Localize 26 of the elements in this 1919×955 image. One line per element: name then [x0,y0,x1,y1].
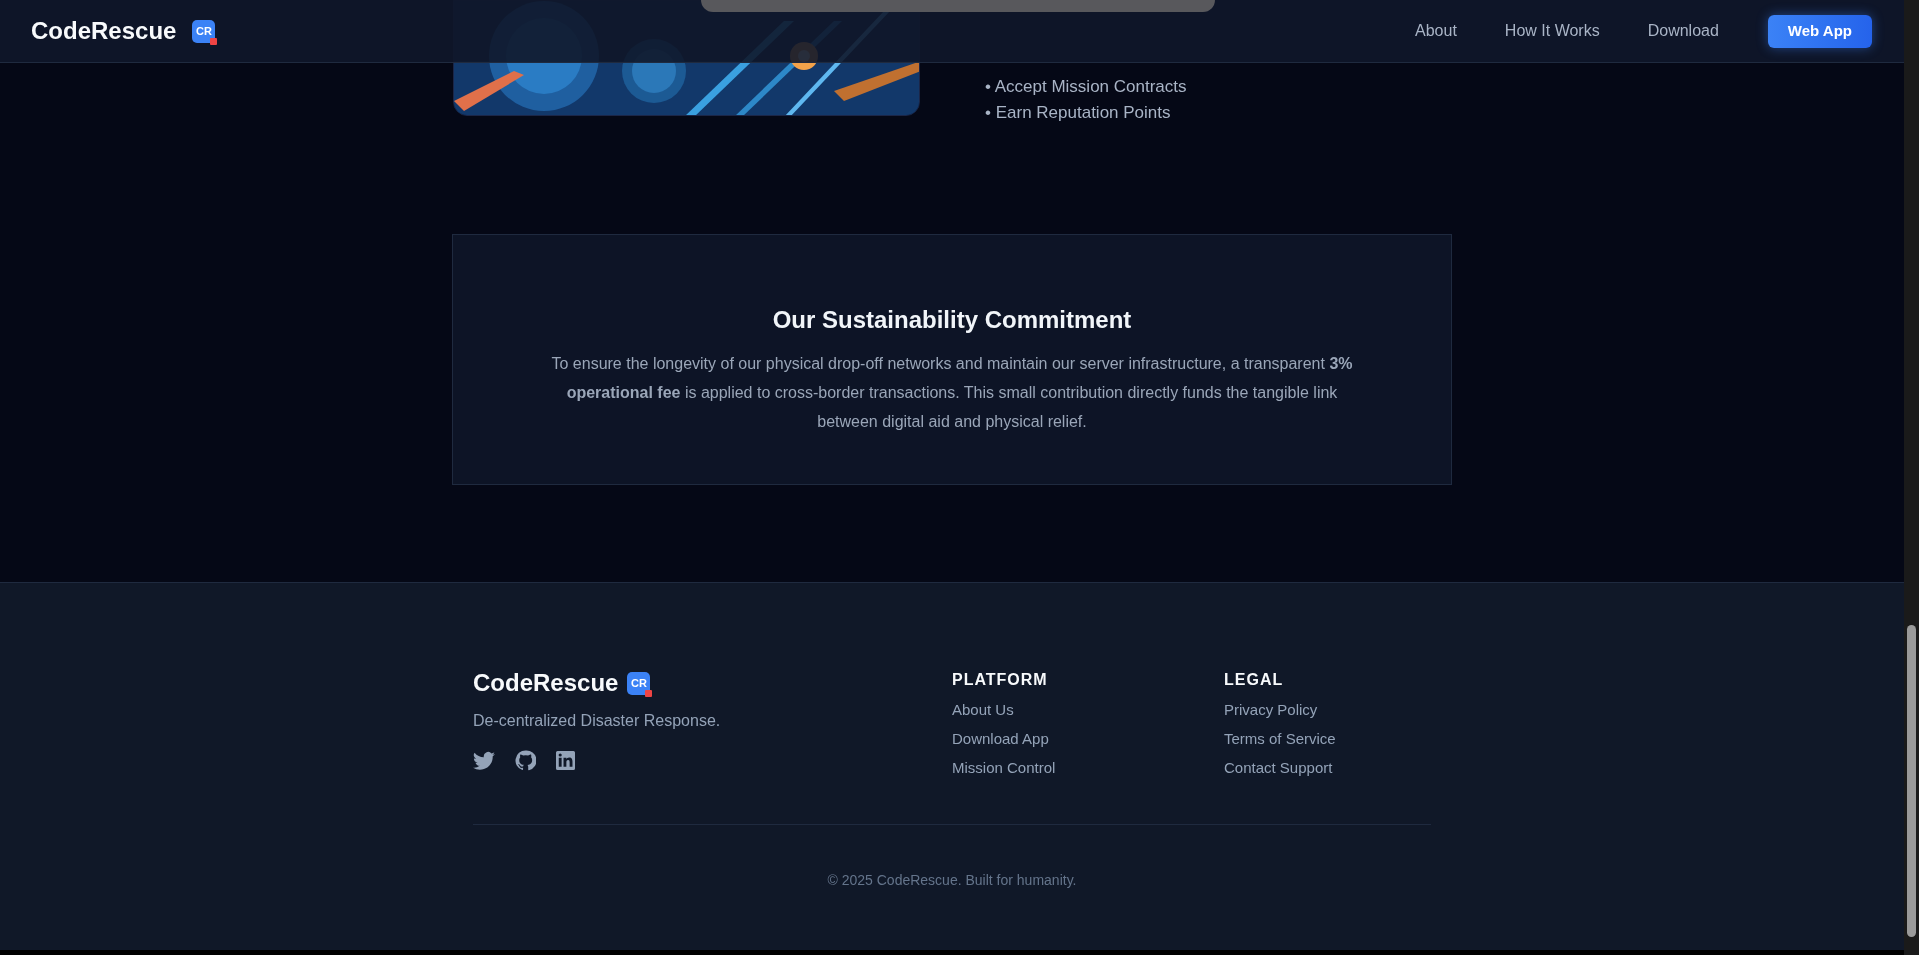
footer-link[interactable]: Privacy Policy [1224,700,1318,719]
bullet-item: • Earn Reputation Points [985,102,1172,124]
commitment-text: To ensure the longevity of our physical drop-off networks and maintain our server infrastructure, a transparent 3% operational fee is applied to cross-border transactions. This small contribution directly funds the tangible link between digital aid and physical relief. [550,354,1354,432]
web-app-button[interactable]: Web App [1767,14,1872,48]
github-icon[interactable] [515,750,536,771]
bullet-item: • Accept Mission Contracts [985,76,1187,98]
tagline: De-centralized Disaster Response. [473,711,722,731]
twitter-icon[interactable] [473,750,495,771]
nav-link[interactable]: Download [1647,19,1719,43]
footer-link[interactable]: About Us [952,700,1014,719]
section-title: Our Sustainability Commitment [772,305,1132,335]
logo-badge: CR [192,19,216,43]
column-heading: LEGAL [1224,670,1285,690]
footer-link[interactable]: Download App [952,729,1049,748]
column-heading: PLATFORM [952,670,1049,690]
copyright: © 2025 CodeRescue. Built for humanity. [827,871,1077,890]
footer-link[interactable]: Contact Support [1224,758,1333,777]
footer-link[interactable]: Terms of Service [1224,729,1336,748]
logo-badge: CR [627,671,651,695]
nav-link[interactable]: About [1415,19,1457,43]
footer-logo-text: CodeRescue [473,668,619,698]
footer-link[interactable]: Mission Control [952,758,1056,777]
scrollbar[interactable] [1904,0,1919,955]
linkedin-icon[interactable] [556,751,575,770]
logo-text[interactable]: CodeRescue [31,13,177,49]
nav-link[interactable]: How It Works [1504,19,1600,43]
